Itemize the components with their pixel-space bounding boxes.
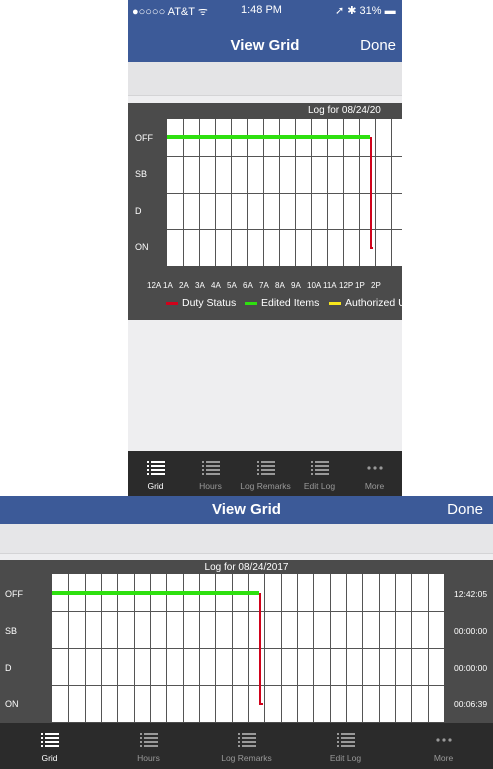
total-d: 00:00:00 [454,663,488,673]
navigation-bar: View Grid Done [0,496,493,524]
total-on: 00:06:39 [454,699,488,709]
row-label-d: D [135,206,142,216]
hour-tick-label: 11A [323,281,337,290]
duty-status-drop [259,593,261,704]
tab-label: Log Remarks [221,753,272,763]
edit-log-list-icon [296,733,395,747]
hour-tick-label: 10A [307,281,322,290]
legend-swatch [329,301,341,305]
tab-label: Hours [199,481,222,491]
log-title: Log for 08/24/2017 [204,562,289,573]
grid-line [167,156,402,157]
tab-grid[interactable]: Grid [128,451,183,496]
log-title: Log for 08/24/20 [308,105,381,116]
grid-line [167,229,402,230]
row-label-sb: SB [5,626,18,636]
legend-swatch [166,301,178,305]
hour-tick-label: 7A [259,281,269,290]
log-remarks-list-icon [238,461,293,475]
hour-tick-label: 2P [371,281,381,290]
log-grid [52,574,444,722]
legend-duty-status: Duty Status [166,297,236,309]
tab-label: More [364,481,385,491]
tab-label: Grid [41,753,58,763]
tab-label: Grid [147,481,164,491]
status-time: 1:48 PM [241,4,282,16]
carrier-signal: ●○○○○ AT&T ᯤ [132,6,208,18]
row-label-sb: SB [135,169,148,179]
row-label-d: D [5,663,12,673]
header-band [0,524,493,554]
tab-bar: Grid Hours Log Remarks Edit Log More [0,723,493,769]
edited-items-line [52,591,259,595]
portrait-screen: ●○○○○ AT&T ᯤ 1:48 PM ➚ ✱ 31% ▬ View Grid… [128,0,402,496]
tab-grid[interactable]: Grid [0,723,99,768]
hours-list-icon [99,733,198,747]
log-grid-chart: Log for 08/24/2017 OFF SB D ON 12:42:05 … [0,560,493,723]
legend-swatch [245,301,257,305]
legend-authorized: Authorized U [329,297,402,309]
tab-edit-log[interactable]: Edit Log [296,723,395,768]
page-title: View Grid [212,501,281,518]
battery-status: ➚ ✱ 31% ▬ [335,5,396,17]
tab-more[interactable]: More [347,451,402,496]
more-icon [347,461,402,475]
hour-tick-label: 12A [147,281,162,290]
grid-line [52,685,444,686]
tab-label: Edit Log [303,481,336,491]
duty-status-on [259,703,263,705]
row-label-on: ON [5,699,19,709]
done-button[interactable]: Done [447,501,483,518]
total-off: 12:42:05 [454,589,488,599]
grid-line [167,193,402,194]
tab-label: Edit Log [329,753,362,763]
row-label-off: OFF [5,589,23,599]
tab-hours[interactable]: Hours [99,723,198,768]
hour-axis: 12A 1A 2A 3A 4A 5A 6A 7A 8A 9A 10A 11A 12P 1P 2P [128,281,402,293]
total-sb: 00:00:00 [454,626,488,636]
tab-label: Log Remarks [240,481,291,491]
log-grid [167,119,402,266]
duty-status-drop [370,137,372,247]
hour-tick-label: 8A [275,281,285,290]
hour-tick-label: 3A [195,281,205,290]
row-label-on: ON [135,242,149,252]
hour-tick-label: 4A [211,281,221,290]
hours-list-icon [183,461,238,475]
status-bar: ●○○○○ AT&T ᯤ 1:48 PM ➚ ✱ 31% ▬ [128,0,402,20]
edit-log-list-icon [292,461,347,475]
tab-label: Hours [137,753,160,763]
log-remarks-list-icon [197,733,296,747]
navigation-bar: View Grid Done [128,20,402,62]
grid-line [52,648,444,649]
edited-items-line [167,135,370,139]
hour-tick-label: 1P [355,281,365,290]
duty-status-on [370,247,373,249]
done-button[interactable]: Done [360,37,396,54]
legend-edited-items: Edited Items [245,297,319,309]
hour-tick-label: 2A [179,281,189,290]
hour-tick-label: 9A [291,281,301,290]
tab-log-remarks[interactable]: Log Remarks [238,451,293,496]
tab-log-remarks[interactable]: Log Remarks [197,723,296,768]
tab-hours[interactable]: Hours [183,451,238,496]
grid-line [52,611,444,612]
row-label-off: OFF [135,133,153,143]
landscape-screen: View Grid Done Log for 08/24/2017 OFF SB… [0,496,493,769]
hour-tick-label: 6A [243,281,253,290]
header-band [128,62,402,96]
more-icon [394,733,493,747]
tab-more[interactable]: More [394,723,493,768]
grid-list-icon [128,461,183,475]
log-grid-chart: Log for 08/24/20 OFF SB D ON 12A 1A 2A 3A 4A… [128,103,402,320]
hour-tick-label: 1A [163,281,173,290]
tab-bar: Grid Hours Log Remarks Edit Log More [128,451,402,496]
grid-list-icon [0,733,99,747]
hour-tick-label: 12P [339,281,354,290]
tab-label: More [433,753,454,763]
hour-tick-label: 5A [227,281,237,290]
tab-edit-log[interactable]: Edit Log [292,451,347,496]
